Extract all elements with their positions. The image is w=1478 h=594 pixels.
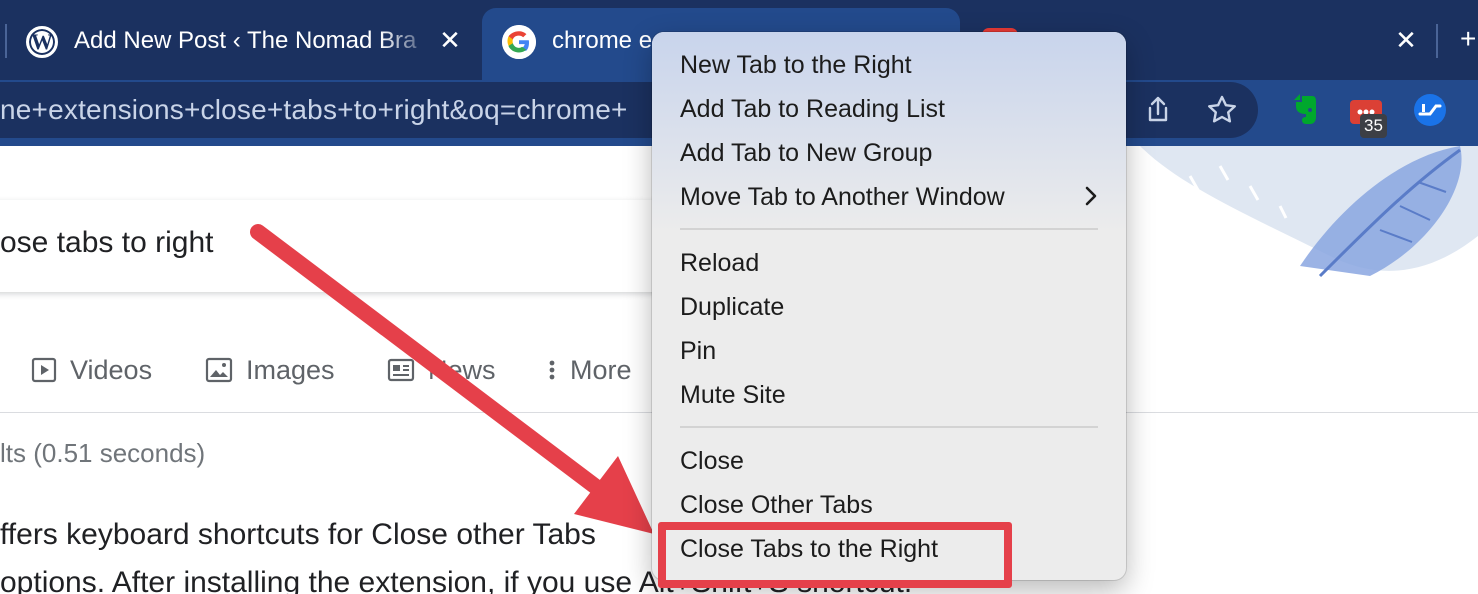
menu-separator: [680, 426, 1098, 428]
menu-item-new-tab-right[interactable]: New Tab to the Right: [680, 45, 912, 85]
tab-label: More: [570, 354, 632, 385]
tab-label: News: [428, 354, 496, 385]
result-stats: lts (0.51 seconds): [0, 438, 206, 468]
tab-context-menu: New Tab to the Right Add Tab to Reading …: [652, 32, 1126, 580]
google-icon: [502, 25, 536, 59]
tab-images[interactable]: Images: [204, 348, 335, 392]
evernote-extension-icon[interactable]: [1284, 90, 1324, 130]
search-category-tabs: Videos Images News More: [0, 348, 700, 398]
close-tab-icon[interactable]: ✕: [1390, 24, 1422, 56]
menu-item-move-to-window[interactable]: Move Tab to Another Window: [680, 177, 1005, 217]
menu-item-reload[interactable]: Reload: [680, 243, 759, 283]
tab-wordpress[interactable]: W Add New Post ‹ The Nomad Bra ✕: [0, 8, 480, 74]
tab-videos[interactable]: Videos: [30, 348, 152, 392]
result-snippet-line: ffers keyboard shortcuts for Close other…: [0, 518, 596, 551]
menu-item-pin[interactable]: Pin: [680, 331, 716, 371]
bookmark-star-icon[interactable]: [1206, 94, 1238, 126]
new-tab-icon[interactable]: +: [1460, 24, 1476, 54]
image-icon: [205, 357, 233, 383]
highlight-box: [658, 522, 1012, 588]
menu-item-close-other-tabs[interactable]: Close Other Tabs: [680, 485, 873, 525]
share-icon[interactable]: [1142, 94, 1174, 126]
news-icon: [387, 358, 415, 382]
menu-item-duplicate[interactable]: Duplicate: [680, 287, 784, 327]
more-vertical-icon: [549, 360, 555, 380]
tab-title: Add New Post ‹ The Nomad Bra: [74, 27, 417, 54]
tab-separator: [1436, 24, 1438, 58]
menu-item-add-reading-list[interactable]: Add Tab to Reading List: [680, 89, 945, 129]
tab-label: Images: [246, 354, 335, 385]
chevron-right-icon: [1085, 186, 1097, 206]
tab-news[interactable]: News: [386, 348, 496, 392]
search-query: ose tabs to right: [0, 226, 214, 259]
tab-more[interactable]: More: [546, 348, 632, 392]
menu-item-add-new-group[interactable]: Add Tab to New Group: [680, 133, 932, 173]
extension-badge: 35: [1360, 114, 1387, 138]
menu-separator: [680, 228, 1098, 230]
video-icon: [31, 357, 57, 383]
menu-item-close[interactable]: Close: [680, 441, 744, 481]
wordpress-icon: W: [26, 26, 58, 58]
search-box[interactable]: ose tabs to right: [0, 200, 680, 292]
close-tab-icon[interactable]: ✕: [434, 24, 466, 56]
menu-item-mute-site[interactable]: Mute Site: [680, 375, 786, 415]
tab-label: Videos: [70, 354, 153, 385]
address-bar-url: ne+extensions+close+tabs+to+right&oq=chr…: [0, 94, 628, 125]
internet-archive-extension-icon[interactable]: [1410, 90, 1450, 130]
google-doodle-leaf[interactable]: [1100, 146, 1478, 286]
